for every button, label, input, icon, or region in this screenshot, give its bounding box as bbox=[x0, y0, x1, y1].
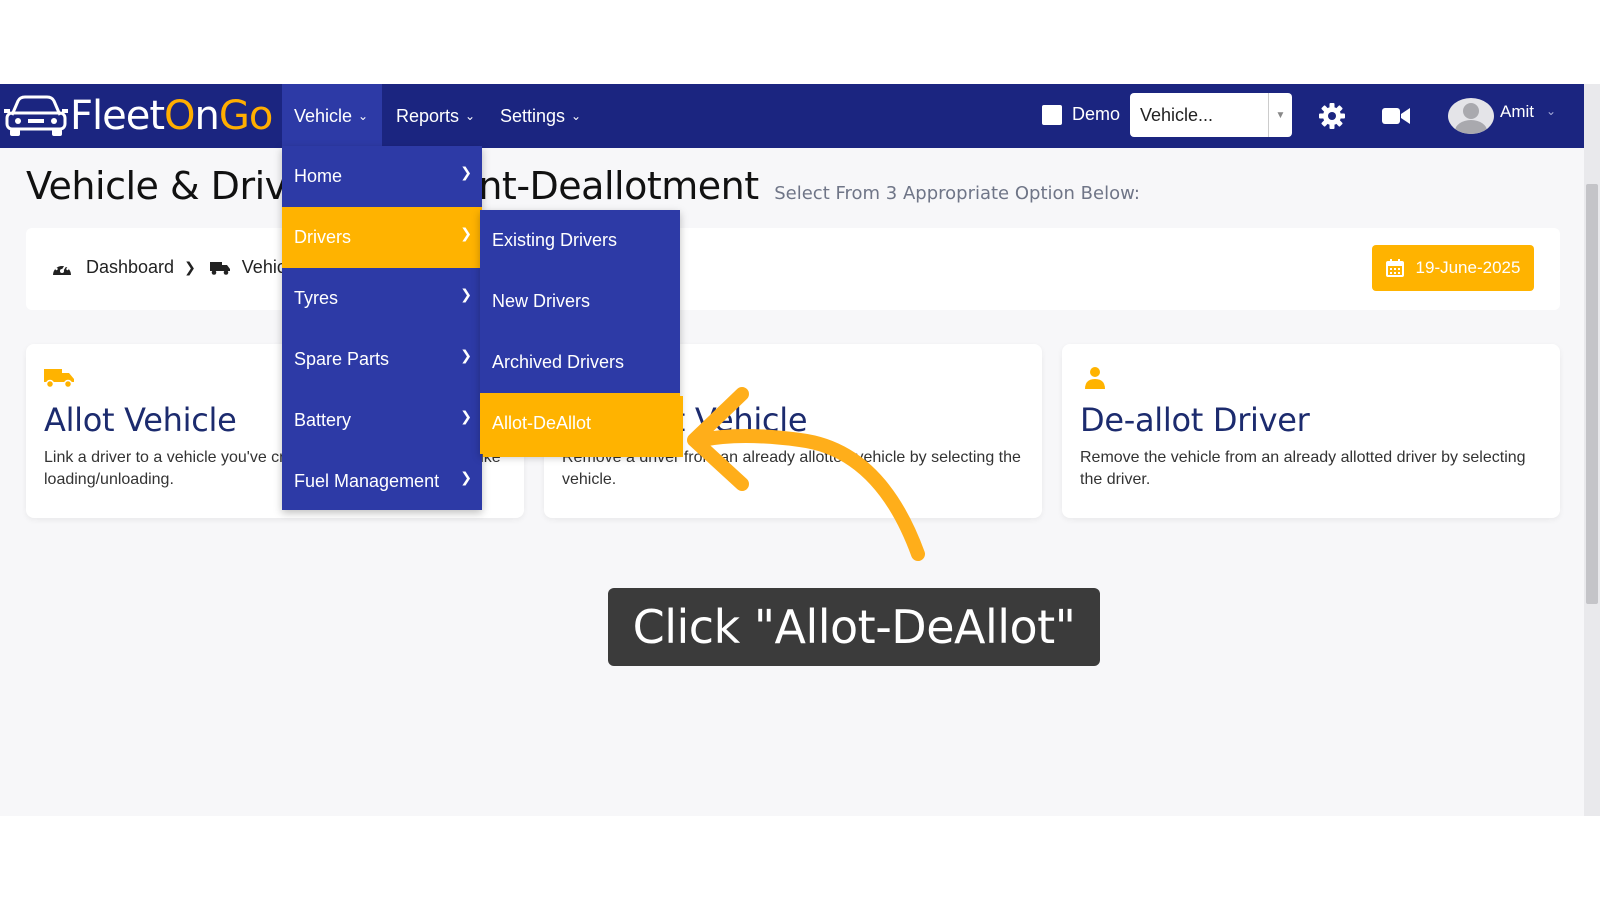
menu-item-label: Battery bbox=[294, 410, 352, 430]
vehicle-dropdown-menu: Home ❯ Drivers ❯ Tyres ❯ Spare Parts ❯ Batte… bbox=[282, 146, 482, 510]
chevron-right-icon: ❯ bbox=[460, 469, 472, 485]
breadcrumb: Dashboard ❯ Vehicle bbox=[52, 257, 300, 278]
submenu-item-label: Archived Drivers bbox=[492, 352, 625, 372]
video-camera-icon[interactable] bbox=[1382, 106, 1410, 126]
submenu-item-allot-deallot[interactable]: Allot-DeAllot bbox=[480, 393, 680, 454]
demo-label: Demo bbox=[1072, 104, 1121, 124]
menu-item-battery[interactable]: Battery ❯ bbox=[282, 390, 482, 451]
dashboard-gauge-icon bbox=[53, 263, 71, 275]
nav-settings[interactable]: Settings ⌄ bbox=[488, 84, 593, 148]
date-button[interactable]: 19-June-2025 bbox=[1372, 245, 1534, 291]
gear-icon[interactable] bbox=[1318, 102, 1346, 130]
submenu-item-new-drivers[interactable]: New Drivers bbox=[480, 271, 680, 332]
card-deallot-driver[interactable]: De-allot Driver Remove the vehicle from … bbox=[1062, 344, 1560, 518]
tutorial-callout: Click "Allot-DeAllot" bbox=[608, 588, 1100, 666]
chevron-down-icon: ⌄ bbox=[571, 109, 582, 123]
chevron-right-icon: ❯ bbox=[460, 286, 472, 302]
page-title: Vehicle & Driver Allotment-Deallotment S… bbox=[26, 164, 1140, 208]
menu-item-drivers[interactable]: Drivers ❯ bbox=[282, 207, 482, 268]
card-description: Remove the vehicle from an already allot… bbox=[1080, 449, 1526, 488]
scrollbar-thumb[interactable] bbox=[1586, 184, 1598, 604]
submenu-item-label: New Drivers bbox=[492, 291, 591, 311]
user-icon bbox=[1085, 367, 1105, 389]
nav-vehicle[interactable]: Vehicle ⌄ bbox=[282, 84, 382, 148]
demo-toggle[interactable]: Demo bbox=[1042, 104, 1120, 125]
menu-item-label: Drivers bbox=[294, 227, 351, 247]
top-navbar: FleetOnGo Vehicle ⌄ Reports ⌄ Settings ⌄… bbox=[0, 84, 1584, 148]
nav-settings-label: Settings bbox=[500, 105, 566, 126]
truck-icon bbox=[209, 261, 230, 275]
menu-item-label: Home bbox=[294, 166, 343, 186]
chevron-right-icon: ❯ bbox=[460, 347, 472, 363]
vehicle-select-value: Vehicle... bbox=[1140, 104, 1214, 125]
dropdown-arrow-icon[interactable]: ▼ bbox=[1268, 93, 1292, 137]
chevron-right-icon: ❯ bbox=[184, 259, 196, 275]
submenu-item-existing-drivers[interactable]: Existing Drivers bbox=[480, 210, 680, 271]
date-label: 19-June-2025 bbox=[1415, 258, 1521, 277]
submenu-item-archived-drivers[interactable]: Archived Drivers bbox=[480, 332, 680, 393]
avatar-icon[interactable] bbox=[1448, 98, 1494, 134]
card-title: De-allot Driver bbox=[1080, 401, 1310, 439]
submenu-item-label: Existing Drivers bbox=[492, 230, 618, 250]
nav-vehicle-label: Vehicle bbox=[294, 105, 353, 126]
app-window: FleetOnGo Vehicle ⌄ Reports ⌄ Settings ⌄… bbox=[0, 84, 1600, 816]
brand-logo[interactable]: FleetOnGo bbox=[4, 92, 273, 140]
screenshot-stage: FleetOnGo Vehicle ⌄ Reports ⌄ Settings ⌄… bbox=[0, 0, 1600, 900]
drivers-submenu: Existing Drivers New Drivers Archived Dr… bbox=[480, 210, 680, 454]
nav-reports[interactable]: Reports ⌄ bbox=[384, 84, 487, 148]
brand-name: FleetOnGo bbox=[70, 93, 273, 139]
menu-item-label: Tyres bbox=[294, 288, 339, 308]
calendar-icon bbox=[1385, 259, 1404, 277]
menu-item-label: Spare Parts bbox=[294, 349, 390, 369]
menu-item-fuel-management[interactable]: Fuel Management ❯ bbox=[282, 451, 482, 512]
page-subtitle: Select From 3 Appropriate Option Below: bbox=[774, 183, 1140, 204]
menu-item-home[interactable]: Home ❯ bbox=[282, 146, 482, 207]
chevron-right-icon: ❯ bbox=[460, 164, 472, 180]
user-name[interactable]: Amit bbox=[1500, 102, 1534, 122]
menu-item-label: Fuel Management bbox=[294, 471, 440, 491]
chevron-right-icon: ❯ bbox=[460, 225, 472, 241]
nav-reports-label: Reports bbox=[396, 105, 460, 126]
submenu-item-label: Allot-DeAllot bbox=[492, 413, 592, 433]
menu-item-spare-parts[interactable]: Spare Parts ❯ bbox=[282, 329, 482, 390]
car-logo-icon bbox=[4, 95, 68, 136]
callout-text: Click "Allot-DeAllot" bbox=[632, 600, 1076, 654]
breadcrumb-dashboard[interactable]: Dashboard bbox=[86, 257, 174, 278]
breadcrumb-bar: Dashboard ❯ Vehicle 19-June-2025 bbox=[26, 228, 1560, 310]
chevron-down-icon: ⌄ bbox=[358, 109, 369, 123]
chevron-right-icon: ❯ bbox=[460, 408, 472, 424]
menu-item-tyres[interactable]: Tyres ❯ bbox=[282, 268, 482, 329]
page-scrollbar[interactable] bbox=[1584, 84, 1600, 816]
vehicle-select[interactable]: Vehicle... ▼ bbox=[1130, 93, 1292, 137]
demo-checkbox[interactable] bbox=[1042, 104, 1062, 125]
chevron-down-icon[interactable]: ⌄ bbox=[1546, 104, 1556, 118]
chevron-down-icon: ⌄ bbox=[465, 109, 476, 123]
truck-icon bbox=[44, 369, 74, 389]
